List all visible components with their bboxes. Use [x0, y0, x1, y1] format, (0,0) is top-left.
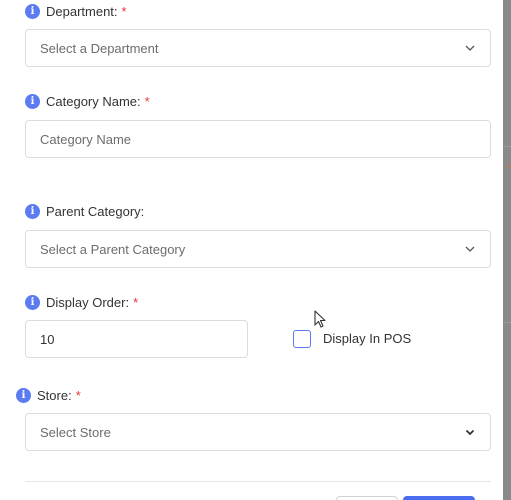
store-label: i Store: *	[16, 388, 81, 403]
department-select-placeholder: Select a Department	[40, 40, 159, 56]
required-asterisk: *	[75, 388, 81, 403]
store-select[interactable]: Select Store	[25, 413, 491, 451]
display-order-label-text: Display Order:	[46, 295, 130, 310]
display-in-pos-label[interactable]: Display In POS	[323, 331, 411, 346]
info-icon[interactable]: i	[25, 94, 40, 109]
display-order-value: 10	[40, 331, 55, 347]
category-name-placeholder: Category Name	[40, 131, 132, 147]
cancel-button[interactable]	[336, 496, 398, 500]
category-name-input[interactable]: Category Name	[25, 120, 491, 158]
parent-category-label: i Parent Category:	[25, 204, 144, 219]
mouse-cursor-icon	[314, 310, 326, 328]
display-order-label: i Display Order: *	[25, 295, 138, 310]
parent-category-label-text: Parent Category:	[46, 204, 145, 219]
required-asterisk: *	[121, 4, 127, 19]
required-asterisk: *	[144, 94, 150, 109]
category-name-label-text: Category Name:	[46, 94, 141, 109]
info-icon[interactable]: i	[25, 4, 40, 19]
modal-footer-divider	[25, 481, 491, 482]
add-category-modal: i Department: * Select a Department i Ca…	[0, 0, 503, 500]
department-label: i Department: *	[25, 4, 127, 19]
store-label-text: Store:	[37, 388, 72, 403]
parent-category-placeholder: Select a Parent Category	[40, 241, 186, 257]
background-accent	[506, 166, 511, 167]
background-page	[503, 0, 511, 500]
category-name-label: i Category Name: *	[25, 94, 150, 109]
required-asterisk: *	[133, 295, 139, 310]
chevron-down-icon	[465, 45, 475, 51]
parent-category-select[interactable]: Select a Parent Category	[25, 230, 491, 268]
display-order-input[interactable]: 10	[25, 320, 248, 358]
department-select[interactable]: Select a Department	[25, 29, 491, 67]
background-divider	[503, 322, 511, 323]
chevron-down-icon	[465, 246, 475, 252]
info-icon[interactable]: i	[25, 204, 40, 219]
store-select-placeholder: Select Store	[40, 424, 111, 440]
display-in-pos-checkbox[interactable]	[293, 330, 311, 348]
info-icon[interactable]: i	[16, 388, 31, 403]
background-divider	[503, 146, 511, 147]
save-button[interactable]	[403, 496, 475, 500]
department-label-text: Department:	[46, 4, 118, 19]
info-icon[interactable]: i	[25, 295, 40, 310]
chevron-down-icon	[465, 429, 475, 436]
